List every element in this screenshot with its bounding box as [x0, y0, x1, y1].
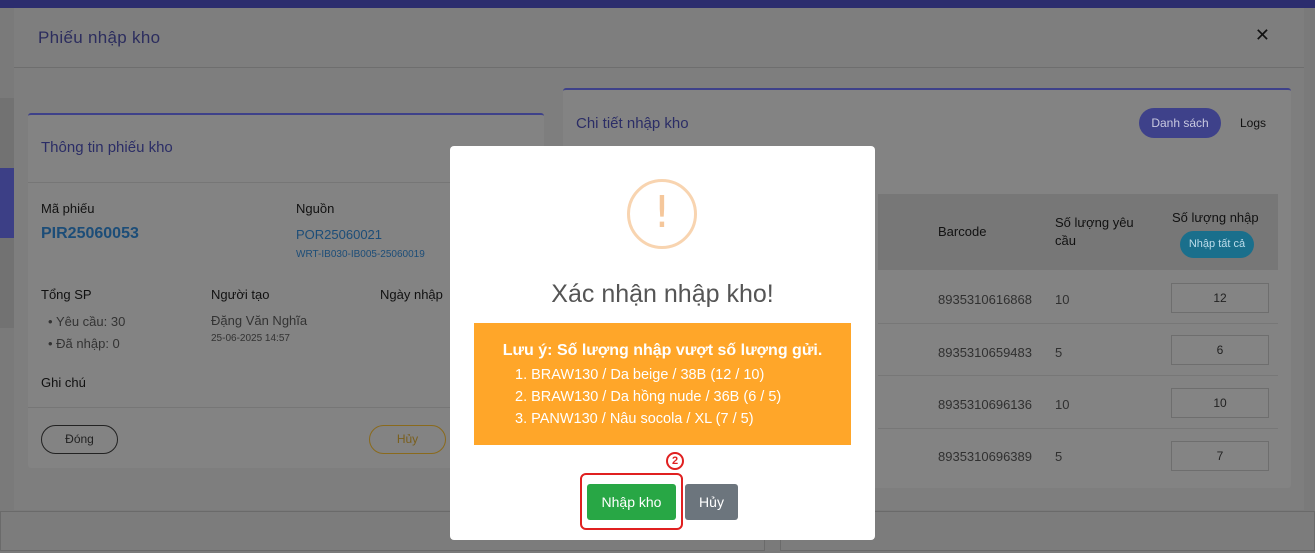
barcode-cell: 8935310696389 [938, 449, 1032, 464]
source-link[interactable]: POR25060021 [296, 227, 382, 242]
row-divider [878, 323, 1278, 324]
barcode-cell: 8935310696136 [938, 397, 1032, 412]
requested-cell: 5 [1055, 449, 1063, 464]
import-qty-input[interactable]: 7 [1171, 441, 1269, 471]
close-button[interactable]: Đóng [41, 425, 118, 454]
tab-logs[interactable]: Logs [1240, 116, 1266, 130]
code-value: PIR25060053 [41, 225, 139, 242]
confirm-import-button[interactable]: Nhập kho [587, 484, 676, 520]
total-label: Tổng SP [41, 287, 92, 302]
tab-list[interactable]: Danh sách [1139, 108, 1221, 138]
confirm-dialog: ! Xác nhận nhập kho! Lưu ý: Số lượng nhậ… [450, 146, 875, 540]
cancel-button[interactable]: Hủy [685, 484, 738, 520]
column-barcode: Barcode [938, 224, 987, 239]
card-title: Thông tin phiếu kho [41, 139, 173, 156]
modal-title: Phiếu nhập kho [38, 28, 161, 47]
step-badge: 2 [666, 452, 684, 470]
requested-cell: 5 [1055, 345, 1063, 360]
cancel-button[interactable]: Hủy [369, 425, 446, 454]
column-import-qty: Số lượng nhập [1172, 210, 1259, 225]
table-header: Barcode Số lượng yêu cầu Số lượng nhập N… [878, 194, 1278, 270]
row-divider [878, 375, 1278, 376]
background-accent [0, 168, 14, 238]
notice-item: 3. PANW130 / Nâu socola / XL (7 / 5) [515, 411, 754, 427]
close-icon[interactable]: ✕ [1255, 25, 1270, 46]
app-topbar [0, 0, 1315, 8]
requested-count: • Yêu cầu: 30 [48, 314, 126, 329]
import-all-button[interactable]: Nhập tất cả [1180, 231, 1254, 258]
source-label: Nguồn [296, 201, 335, 216]
modal-header: Phiếu nhập kho ✕ [14, 8, 1304, 68]
requested-cell: 10 [1055, 397, 1070, 412]
row-divider [878, 428, 1278, 429]
note-label: Ghi chú [41, 375, 86, 390]
warning-icon: ! [627, 179, 697, 249]
barcode-cell: 8935310616868 [938, 292, 1032, 307]
requested-cell: 10 [1055, 292, 1070, 307]
notice-item: 1. BRAW130 / Da beige / 38B (12 / 10) [515, 367, 765, 383]
notice-heading: Lưu ý: Số lượng nhập vượt số lượng gửi. [502, 342, 823, 359]
creator-label: Người tạo [211, 287, 270, 302]
column-requested-qty: Số lượng yêu cầu [1055, 215, 1134, 248]
import-qty-input[interactable]: 10 [1171, 388, 1269, 418]
imported-count: • Đã nhập: 0 [48, 336, 120, 351]
notice-box: Lưu ý: Số lượng nhập vượt số lượng gửi. … [474, 323, 851, 445]
source-sub: WRT-IB030-IB005-25060019 [296, 249, 425, 260]
creator-name: Đặng Văn Nghĩa [211, 313, 308, 328]
notice-item: 2. BRAW130 / Da hồng nude / 36B (6 / 5) [515, 389, 782, 405]
barcode-cell: 8935310659483 [938, 345, 1032, 360]
card-title: Chi tiết nhập kho [576, 115, 689, 132]
import-qty-input[interactable]: 12 [1171, 283, 1269, 313]
dialog-title: Xác nhận nhập kho! [551, 280, 774, 308]
created-at: 25-06-2025 14:57 [211, 333, 290, 344]
code-label: Mã phiếu [41, 201, 95, 216]
import-qty-input[interactable]: 6 [1171, 335, 1269, 365]
date-label: Ngày nhập [380, 287, 443, 302]
